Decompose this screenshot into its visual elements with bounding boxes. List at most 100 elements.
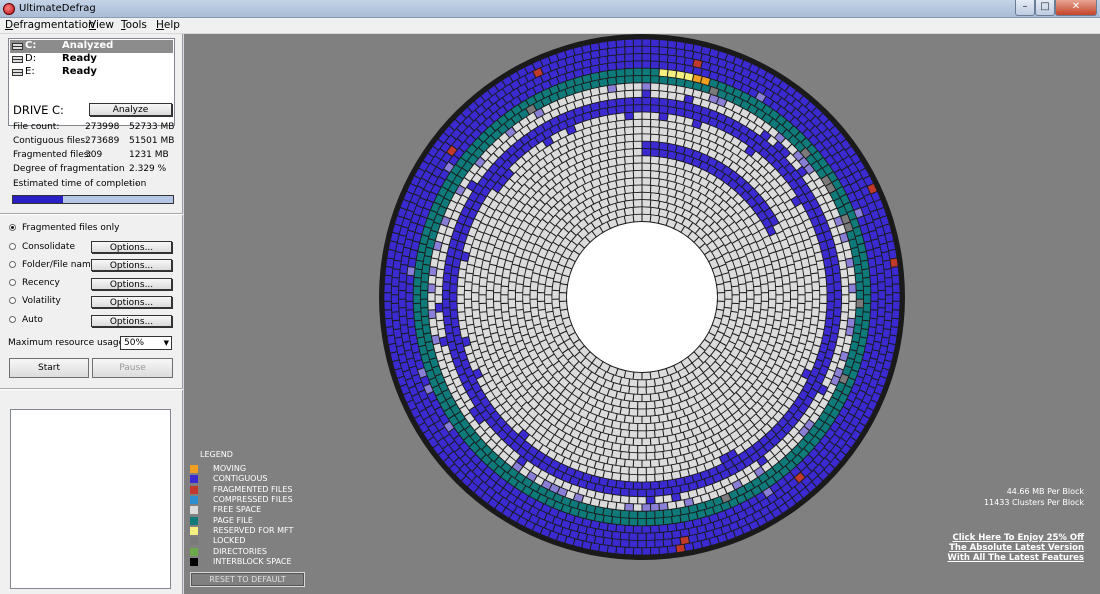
radio-fragmented-only[interactable] — [9, 224, 16, 231]
options-button-volatility[interactable]: Options... — [91, 296, 172, 308]
disk-block — [650, 141, 659, 149]
disk-block — [494, 301, 501, 310]
disk-block — [633, 148, 642, 156]
disk-block — [671, 493, 681, 502]
legend-label: DIRECTORIES — [213, 547, 267, 556]
disk-block — [638, 453, 646, 460]
disk-block — [798, 295, 805, 303]
disk-block — [443, 273, 451, 282]
options-button-auto[interactable]: Options... — [91, 315, 172, 327]
radio-volatility[interactable] — [9, 297, 16, 304]
promo-link[interactable]: With All The Latest Features — [948, 553, 1084, 563]
disk-block — [612, 465, 621, 473]
disk-block — [642, 526, 651, 533]
options-button-recency[interactable]: Options... — [91, 278, 172, 290]
disk-block — [869, 318, 877, 327]
disk-map[interactable] — [184, 34, 1100, 594]
disk-block — [659, 480, 668, 489]
disk-block — [625, 112, 634, 120]
legend-swatch — [190, 517, 198, 525]
menu-help[interactable]: Help — [156, 19, 180, 31]
start-button[interactable]: Start — [9, 358, 89, 378]
disk-block — [624, 185, 634, 193]
disk-block — [633, 482, 642, 489]
disk-block — [659, 47, 668, 55]
disk-block — [629, 423, 638, 431]
menu-tools[interactable]: Tools — [121, 19, 147, 31]
disk-block — [789, 273, 797, 282]
disk-block — [629, 379, 638, 387]
disk-block — [437, 260, 445, 270]
disk-block — [629, 489, 638, 497]
disk-block — [642, 548, 651, 555]
disk-block — [840, 269, 848, 278]
dropdown-arrow-icon: ▼ — [163, 339, 169, 347]
reset-to-default-button[interactable]: RESET TO DEFAULT — [190, 572, 305, 587]
promo-link[interactable]: Click Here To Enjoy 25% Off — [952, 533, 1084, 543]
disk-block — [782, 275, 790, 284]
disk-block — [650, 185, 660, 193]
disk-block — [633, 504, 642, 511]
disk-block — [885, 303, 893, 312]
drive-row-e[interactable]: E: Ready — [10, 66, 173, 79]
close-button[interactable]: ✕ — [1055, 0, 1097, 16]
disk-block — [523, 286, 530, 295]
disk-block — [399, 316, 407, 325]
disk-block — [633, 141, 642, 149]
minimize-button[interactable]: – — [1015, 0, 1035, 16]
disk-block — [832, 316, 841, 325]
options-button-folder-file-name[interactable]: Options... — [91, 259, 172, 271]
drive-row-d[interactable]: D: Ready — [10, 53, 173, 66]
legend-label: FREE SPACE — [213, 505, 262, 514]
disk-block — [789, 308, 797, 317]
menu-view[interactable]: View — [89, 19, 114, 31]
disk-block — [633, 61, 642, 68]
disk-block — [399, 282, 406, 291]
disk-block — [407, 267, 415, 276]
maximize-button[interactable]: □ — [1035, 0, 1055, 16]
stat-value: 309 — [85, 150, 103, 160]
disk-block — [849, 284, 856, 293]
radio-folder-file-name[interactable] — [9, 261, 16, 268]
disk-block — [875, 256, 883, 265]
radio-consolidate[interactable] — [9, 243, 16, 250]
disk-block — [472, 301, 479, 310]
disk-block — [633, 127, 642, 134]
log-box[interactable] — [10, 409, 171, 589]
disk-block — [451, 267, 459, 276]
disk-block — [616, 54, 625, 62]
promo-link[interactable]: The Absolute Latest Version — [949, 543, 1084, 553]
disk-block — [805, 293, 812, 301]
radio-auto[interactable] — [9, 316, 16, 323]
disk-block — [724, 282, 732, 291]
disk-block — [414, 269, 422, 278]
disk-block — [663, 539, 672, 547]
disk-block — [650, 149, 659, 157]
disk-block — [651, 119, 659, 127]
disk-block — [387, 335, 395, 345]
disk-block — [667, 501, 677, 510]
disk-block — [625, 119, 633, 127]
disk-block — [663, 531, 672, 539]
disk-block — [625, 46, 633, 54]
disk-block — [599, 63, 608, 72]
options-button-consolidate[interactable]: Options... — [91, 241, 172, 253]
analyze-button[interactable]: Analyze — [89, 103, 172, 116]
pause-button[interactable]: Pause — [92, 358, 173, 378]
disk-block — [739, 284, 747, 293]
disk-block — [530, 290, 537, 299]
disk-block — [856, 282, 863, 291]
menu-defragmentation[interactable]: Defragmentation — [5, 19, 95, 31]
disk-block — [775, 277, 783, 287]
drive-row-c[interactable]: C: Analyzed — [10, 40, 173, 53]
disk-block — [655, 400, 664, 408]
radio-recency[interactable] — [9, 279, 16, 286]
disk-block — [406, 284, 413, 293]
resource-usage-select[interactable]: 50% ▼ — [120, 336, 172, 350]
disk-block — [524, 312, 532, 321]
disk-block — [744, 273, 753, 282]
disk-block — [655, 474, 664, 482]
disk-block — [651, 547, 659, 555]
disk-block — [616, 62, 625, 70]
disk-block — [776, 295, 783, 303]
